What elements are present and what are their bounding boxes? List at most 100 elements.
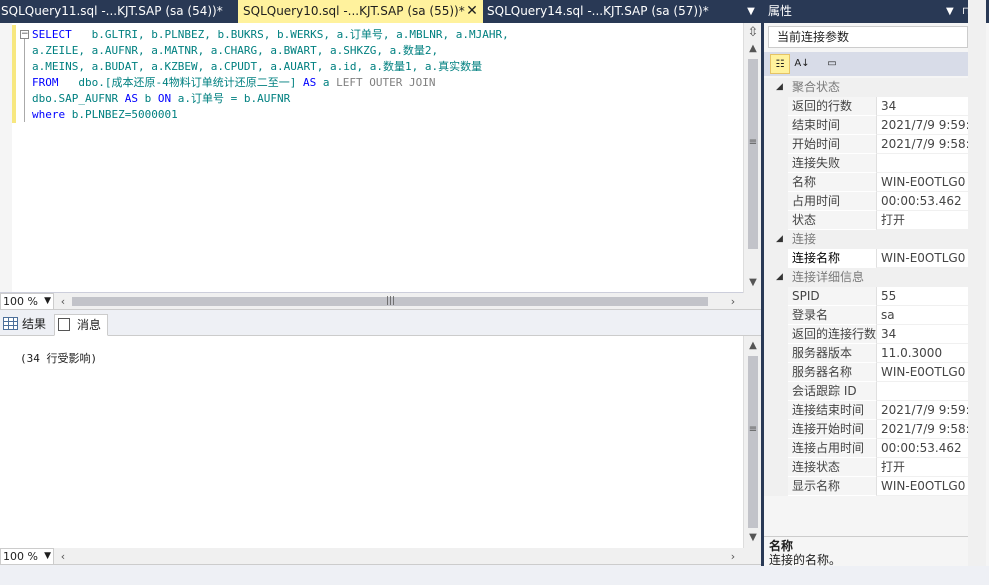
property-row[interactable]: SPID 55 xyxy=(764,287,968,306)
property-value[interactable]: 00:00:53.462 xyxy=(876,439,968,458)
category-label: 连接 xyxy=(792,232,817,246)
property-value[interactable]: 2021/7/9 9:58:3 xyxy=(876,420,968,439)
code-line[interactable]: where b.PLNBEZ=5000001 xyxy=(32,107,509,123)
property-value[interactable]: 2021/7/9 9:59:3 xyxy=(876,401,968,420)
property-row[interactable]: 连接状态 打开 xyxy=(764,458,968,477)
collapse-icon[interactable]: ◢ xyxy=(776,78,783,97)
editor-margin xyxy=(0,23,12,292)
alphabetical-sort-icon[interactable]: A↓ xyxy=(792,54,812,74)
collapse-icon[interactable]: ◢ xyxy=(776,230,783,249)
property-value[interactable]: 打开 xyxy=(876,458,968,477)
property-row[interactable]: 连接失败 xyxy=(764,154,968,173)
editor-zoom-select[interactable]: 100 % ▼ xyxy=(0,293,54,310)
categorized-icon[interactable]: ☷ xyxy=(770,54,790,74)
property-row[interactable]: 名称 WIN-E0OTLG0 xyxy=(764,173,968,192)
property-value[interactable]: WIN-E0OTLG0 xyxy=(876,363,968,382)
property-value[interactable]: 打开 xyxy=(876,211,968,230)
row-gutter xyxy=(764,420,788,439)
property-row[interactable]: 开始时间 2021/7/9 9:58:3 xyxy=(764,135,968,154)
property-name: 结束时间 xyxy=(788,116,876,135)
code-token: b.GLTRI, b.PLNBEZ, b.BUKRS, b.WERKS, a.订… xyxy=(71,28,509,41)
scroll-down-icon[interactable]: ▼ xyxy=(744,530,762,546)
properties-object-select[interactable]: 当前连接参数 xyxy=(768,26,968,48)
tab-sqlquery11[interactable]: SQLQuery11.sql -...KJT.SAP (sa (54))* xyxy=(0,0,238,23)
scroll-thumb[interactable] xyxy=(748,59,758,249)
property-pages-icon[interactable]: ▭ xyxy=(822,54,842,74)
property-row[interactable]: 结束时间 2021/7/9 9:59:3 xyxy=(764,116,968,135)
property-row[interactable]: 连接结束时间 2021/7/9 9:59:3 xyxy=(764,401,968,420)
scroll-down-icon[interactable]: ▼ xyxy=(744,275,762,291)
code-area[interactable]: SELECT b.GLTRI, b.PLNBEZ, b.BUKRS, b.WER… xyxy=(32,27,509,123)
property-category[interactable]: ◢ 连接详细信息 xyxy=(764,268,968,287)
property-value[interactable]: 55 xyxy=(876,287,968,306)
tab-messages[interactable]: 消息 xyxy=(54,314,109,336)
messages-pane[interactable]: (34 行受影响) ▲ ≡ ▼ xyxy=(0,336,761,548)
property-row[interactable]: 连接开始时间 2021/7/9 9:58:3 xyxy=(764,420,968,439)
property-value[interactable]: sa xyxy=(876,306,968,325)
property-name: 连接开始时间 xyxy=(788,420,876,439)
properties-vertical-scrollbar[interactable] xyxy=(968,0,986,566)
scroll-thumb[interactable] xyxy=(748,356,758,528)
property-name: 连接名称 xyxy=(788,249,876,268)
property-name: 连接状态 xyxy=(788,458,876,477)
property-value[interactable]: WIN-E0OTLG0 xyxy=(876,249,968,268)
property-value[interactable]: 34 xyxy=(876,325,968,344)
property-value[interactable]: WIN-E0OTLG0 xyxy=(876,173,968,192)
grip-icon: ≡ xyxy=(748,137,758,148)
tab-overflow-dropdown-icon[interactable]: ▼ xyxy=(741,0,761,23)
code-line[interactable]: dbo.SAP_AUFNR AS b ON a.订单号 = b.AUFNR xyxy=(32,91,509,107)
description-title: 名称 xyxy=(769,539,794,553)
split-icon[interactable]: ⇳ xyxy=(744,25,762,41)
messages-zoom-select[interactable]: 100 % ▼ xyxy=(0,548,54,565)
property-name: 返回的连接行数 xyxy=(788,325,876,344)
property-row[interactable]: 返回的行数 34 xyxy=(764,97,968,116)
property-row[interactable]: 显示名称 WIN-E0OTLG0 xyxy=(764,477,968,496)
dropdown-icon[interactable]: ▼ xyxy=(946,0,954,23)
scroll-up-icon[interactable]: ▲ xyxy=(744,41,762,57)
property-value[interactable]: 00:00:53.462 xyxy=(876,192,968,211)
property-value[interactable]: 34 xyxy=(876,97,968,116)
property-row[interactable]: 服务器名称 WIN-E0OTLG0 xyxy=(764,363,968,382)
scroll-right-icon[interactable]: › xyxy=(725,548,741,565)
tab-results[interactable]: 结果 xyxy=(0,314,52,336)
code-token: dbo.[成本还原-4物料订单统计还原二至一] xyxy=(58,76,303,89)
scroll-right-icon[interactable]: › xyxy=(725,293,741,310)
property-row[interactable]: 占用时间 00:00:53.462 xyxy=(764,192,968,211)
tab-sqlquery10[interactable]: SQLQuery10.sql -...KJT.SAP (sa (55))* ✕ xyxy=(238,0,483,23)
property-category[interactable]: ◢ 聚合状态 xyxy=(764,78,968,97)
property-row[interactable]: 连接占用时间 00:00:53.462 xyxy=(764,439,968,458)
code-line[interactable]: a.ZEILE, a.AUFNR, a.MATNR, a.CHARG, a.BW… xyxy=(32,43,509,59)
property-row[interactable]: 登录名 sa xyxy=(764,306,968,325)
sql-editor[interactable]: − SELECT b.GLTRI, b.PLNBEZ, b.BUKRS, b.W… xyxy=(0,23,761,293)
property-value[interactable]: 11.0.3000 xyxy=(876,344,968,363)
properties-toolbar: ☷ A↓ ▭ xyxy=(764,52,968,76)
property-row[interactable]: 返回的连接行数 34 xyxy=(764,325,968,344)
property-value[interactable] xyxy=(876,382,968,401)
code-line[interactable]: SELECT b.GLTRI, b.PLNBEZ, b.BUKRS, b.WER… xyxy=(32,27,509,43)
property-value[interactable]: 2021/7/9 9:58:3 xyxy=(876,135,968,154)
tab-sqlquery14[interactable]: SQLQuery14.sql -...KJT.SAP (sa (57))* xyxy=(483,0,733,23)
close-icon[interactable]: ✕ xyxy=(465,0,479,23)
property-row[interactable]: 连接名称 WIN-E0OTLG0 xyxy=(764,249,968,268)
collapse-icon[interactable]: ◢ xyxy=(776,268,783,287)
property-value[interactable]: WIN-E0OTLG0 xyxy=(876,477,968,496)
property-name: 返回的行数 xyxy=(788,97,876,116)
code-line[interactable]: a.MEINS, a.BUDAT, a.KZBEW, a.CPUDT, a.AU… xyxy=(32,59,509,75)
property-value[interactable] xyxy=(876,154,968,173)
property-category[interactable]: ◢ 连接 xyxy=(764,230,968,249)
collapse-icon[interactable]: − xyxy=(20,30,29,39)
property-row[interactable]: 状态 打开 xyxy=(764,211,968,230)
property-row[interactable]: 服务器版本 11.0.3000 xyxy=(764,344,968,363)
property-row[interactable]: 会话跟踪 ID xyxy=(764,382,968,401)
code-token: SELECT xyxy=(32,28,72,41)
property-value[interactable]: 2021/7/9 9:59:3 xyxy=(876,116,968,135)
row-gutter xyxy=(764,401,788,420)
scroll-up-icon[interactable]: ▲ xyxy=(744,338,762,354)
editor-vertical-scrollbar[interactable]: ⇳ ▲ ≡ ▼ xyxy=(743,23,761,293)
scroll-left-icon[interactable]: ‹ xyxy=(55,293,71,310)
scroll-left-icon[interactable]: ‹ xyxy=(55,548,71,565)
row-gutter xyxy=(764,173,788,192)
messages-vertical-scrollbar[interactable]: ▲ ≡ ▼ xyxy=(743,336,761,548)
zoom-value: 100 % xyxy=(3,550,38,563)
code-line[interactable]: FROM dbo.[成本还原-4物料订单统计还原二至一] AS a LEFT O… xyxy=(32,75,509,91)
